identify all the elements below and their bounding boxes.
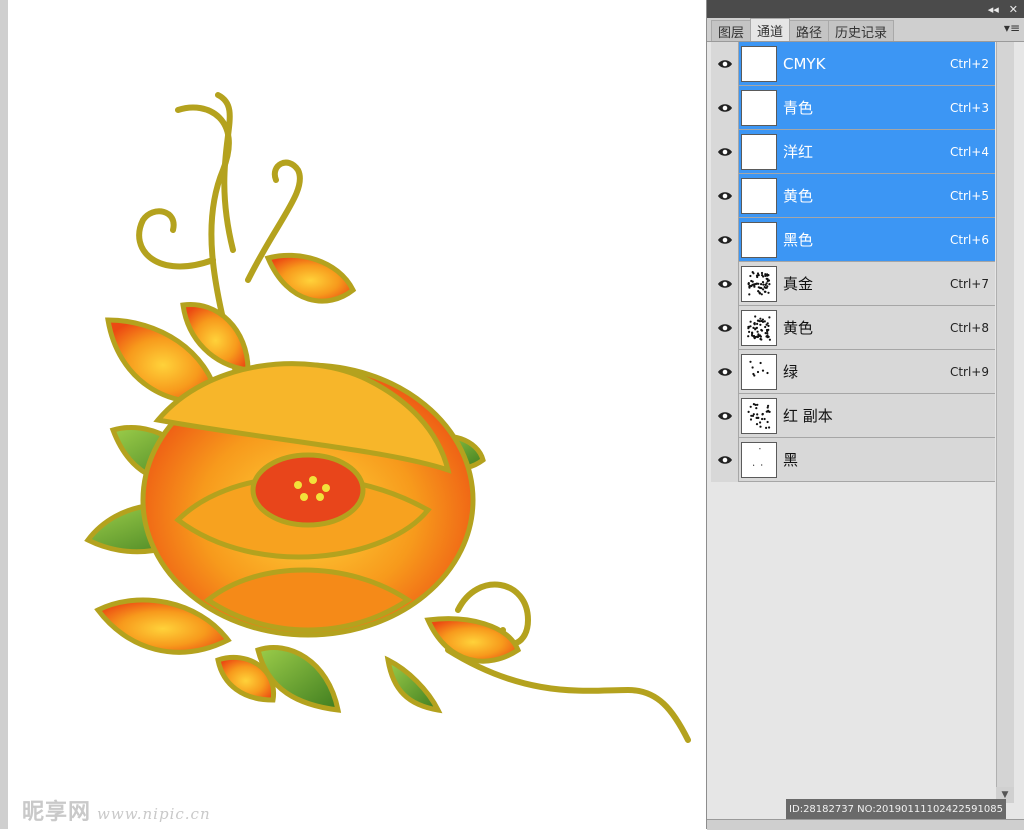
peony-artwork xyxy=(84,92,691,743)
eye-icon[interactable] xyxy=(711,173,739,218)
eye-icon[interactable] xyxy=(711,437,739,482)
channel-name: 黑色 xyxy=(783,231,814,249)
panel-menu-icon[interactable]: ▾≡ xyxy=(1004,21,1020,35)
watermark-url: www.nipic.cn xyxy=(97,805,211,823)
channel-row[interactable]: 真金 Ctrl+7 xyxy=(711,261,995,306)
channel-shortcut: Ctrl+4 xyxy=(949,144,989,159)
channel-thumbnail xyxy=(741,221,777,258)
channel-thumbnail xyxy=(741,441,777,478)
tab-channels[interactable]: 通道 xyxy=(750,18,791,41)
channel-row[interactable]: 黄色 Ctrl+5 xyxy=(711,173,995,218)
double-arrow-icon[interactable]: ◂◂ xyxy=(988,3,999,16)
channel-shortcut: Ctrl+8 xyxy=(949,320,989,335)
channel-row[interactable]: 洋红 Ctrl+4 xyxy=(711,129,995,174)
channel-thumbnail xyxy=(741,309,777,346)
eye-icon[interactable] xyxy=(711,129,739,174)
channel-shortcut: Ctrl+2 xyxy=(949,56,989,71)
channel-thumbnail xyxy=(741,353,777,390)
channel-row[interactable]: 绿 Ctrl+9 xyxy=(711,349,995,394)
channel-thumbnail xyxy=(741,133,777,170)
channel-name: 洋红 xyxy=(783,143,814,161)
channels-panel: ◂◂ ✕ 图层 通道 路径 历史记录 ▾≡ CMYK Ctrl+2 青色 Ctrl+3… xyxy=(706,0,1024,830)
panel-bottom-toolbar xyxy=(707,819,1024,830)
channel-row[interactable]: CMYK Ctrl+2 xyxy=(711,41,995,86)
channel-name: 真金 xyxy=(783,275,814,293)
tab-layers[interactable]: 图层 xyxy=(711,20,752,41)
channel-thumbnail xyxy=(741,45,777,82)
channel-shortcut: Ctrl+6 xyxy=(949,232,989,247)
channel-thumbnail xyxy=(741,397,777,434)
eye-icon[interactable] xyxy=(711,305,739,350)
channel-name: 黄色 xyxy=(783,187,814,205)
channel-shortcut: Ctrl+3 xyxy=(949,100,989,115)
channel-name: 黑 xyxy=(783,451,799,469)
channel-name: CMYK xyxy=(783,54,826,73)
channel-row[interactable]: 青色 Ctrl+3 xyxy=(711,85,995,130)
channel-row[interactable]: 黄色 Ctrl+8 xyxy=(711,305,995,350)
channel-row[interactable]: 黑色 Ctrl+6 xyxy=(711,217,995,262)
channel-row[interactable]: 红 副本 xyxy=(711,393,995,438)
channel-name: 黄色 xyxy=(783,319,814,337)
eye-icon[interactable] xyxy=(711,349,739,394)
channel-name: 红 副本 xyxy=(783,407,833,425)
image-id-label: ID:28182737 NO:20190111102422591085 xyxy=(786,799,1006,819)
watermark-brand: 昵享网 xyxy=(22,799,92,825)
tab-history[interactable]: 历史记录 xyxy=(828,20,895,41)
panel-title-bar: ◂◂ ✕ xyxy=(707,0,1024,18)
panel-scrollbar[interactable] xyxy=(996,42,1014,787)
panel-tabs: 图层 通道 路径 历史记录 ▾≡ xyxy=(707,18,1024,42)
channel-thumbnail xyxy=(741,89,777,126)
channel-shortcut: Ctrl+9 xyxy=(949,364,989,379)
eye-icon[interactable] xyxy=(711,261,739,306)
eye-icon[interactable] xyxy=(711,41,739,86)
close-icon[interactable]: ✕ xyxy=(1009,3,1018,16)
channel-thumbnail xyxy=(741,265,777,302)
document-canvas[interactable]: 昵享网 www.nipic.cn xyxy=(0,0,706,829)
channel-shortcut: Ctrl+7 xyxy=(949,276,989,291)
eye-icon[interactable] xyxy=(711,217,739,262)
channel-row[interactable]: 黑 xyxy=(711,437,995,482)
channel-list: CMYK Ctrl+2 青色 Ctrl+3 洋红 Ctrl+4 黄色 Ctrl+5 黑色 Ctrl… xyxy=(711,41,995,482)
eye-icon[interactable] xyxy=(711,85,739,130)
eye-icon[interactable] xyxy=(711,393,739,438)
channel-shortcut: Ctrl+5 xyxy=(949,188,989,203)
channel-thumbnail xyxy=(741,177,777,214)
channel-name: 绿 xyxy=(783,363,799,381)
tab-paths[interactable]: 路径 xyxy=(789,20,830,41)
channel-name: 青色 xyxy=(783,99,814,117)
watermark: 昵享网 www.nipic.cn xyxy=(22,794,211,826)
